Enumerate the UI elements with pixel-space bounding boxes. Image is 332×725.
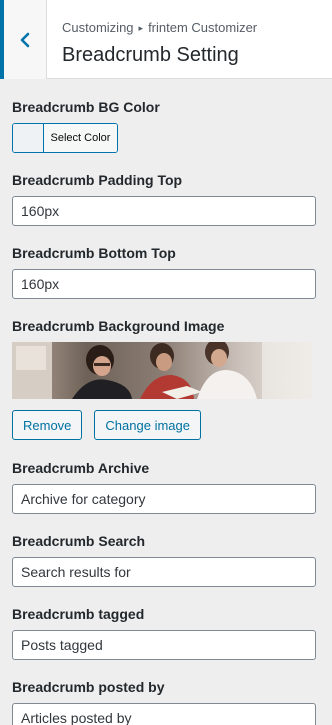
search-input[interactable]: Search results for bbox=[12, 557, 316, 587]
section-heading: Customizing ▸ frintem Customizer Breadcrum… bbox=[62, 19, 326, 67]
select-color-label: Select Color bbox=[44, 124, 117, 152]
tagged-label: Breadcrumb tagged bbox=[12, 606, 145, 622]
customizer-header: Customizing ▸ frintem Customizer Breadcrum… bbox=[0, 0, 332, 79]
padding-top-control: Breadcrumb Padding Top 160px bbox=[12, 172, 320, 226]
posted-by-label: Breadcrumb posted by bbox=[12, 679, 165, 695]
background-image-thumbnail bbox=[12, 342, 312, 399]
posted-by-control: Breadcrumb posted by Articles posted by bbox=[12, 679, 320, 725]
archive-label: Breadcrumb Archive bbox=[12, 460, 150, 476]
bg-color-control: Breadcrumb BG Color Select Color bbox=[12, 99, 320, 153]
breadcrumb-child: frintem Customizer bbox=[148, 20, 258, 35]
change-image-button[interactable]: Change image bbox=[94, 410, 201, 440]
padding-top-input[interactable]: 160px bbox=[12, 196, 316, 226]
bottom-top-label: Breadcrumb Bottom Top bbox=[12, 245, 176, 261]
archive-input[interactable]: Archive for category bbox=[12, 484, 316, 514]
tagged-input[interactable]: Posts tagged bbox=[12, 630, 316, 660]
color-swatch bbox=[13, 124, 44, 152]
search-control: Breadcrumb Search Search results for bbox=[12, 533, 320, 587]
page-title: Breadcrumb Setting bbox=[62, 44, 239, 66]
bottom-top-control: Breadcrumb Bottom Top 160px bbox=[12, 245, 320, 299]
background-image-label: Breadcrumb Background Image bbox=[12, 318, 225, 334]
bg-color-label: Breadcrumb BG Color bbox=[12, 99, 160, 115]
archive-control: Breadcrumb Archive Archive for category bbox=[12, 460, 320, 514]
bottom-top-input[interactable]: 160px bbox=[12, 269, 316, 299]
breadcrumb-separator: ▸ bbox=[138, 23, 144, 33]
padding-top-label: Breadcrumb Padding Top bbox=[12, 172, 183, 188]
select-color-button[interactable]: Select Color bbox=[12, 123, 118, 153]
search-label: Breadcrumb Search bbox=[12, 533, 146, 549]
posted-by-input[interactable]: Articles posted by bbox=[12, 703, 316, 725]
breadcrumb-parent: Customizing bbox=[62, 20, 134, 35]
image-actions: Remove Change image bbox=[12, 410, 320, 440]
breadcrumb: Customizing ▸ frintem Customizer bbox=[62, 19, 326, 38]
remove-image-button[interactable]: Remove bbox=[12, 410, 83, 440]
back-button[interactable] bbox=[0, 0, 47, 79]
background-image-control: Breadcrumb Background Image Remove Chang… bbox=[12, 318, 320, 440]
chevron-left-icon bbox=[19, 32, 31, 48]
tagged-control: Breadcrumb tagged Posts tagged bbox=[12, 606, 320, 660]
settings-panel: Breadcrumb BG Color Select Color Breadcr… bbox=[0, 79, 332, 725]
